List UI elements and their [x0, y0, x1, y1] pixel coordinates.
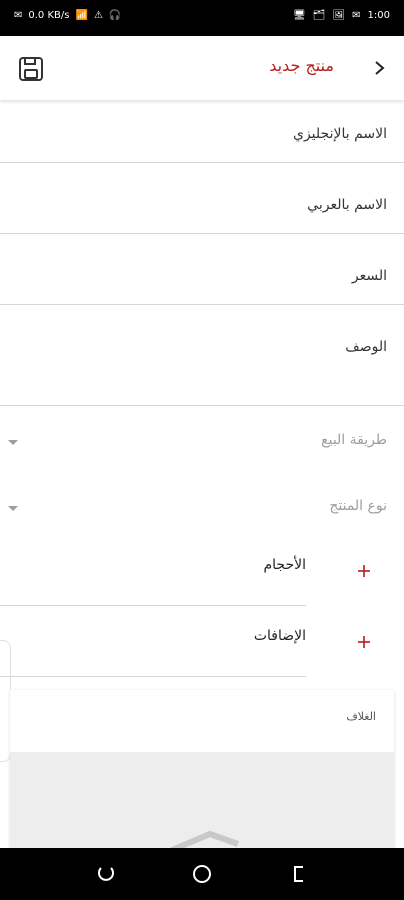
description-field[interactable]: الوصف: [0, 305, 404, 406]
recent-apps-icon[interactable]: [95, 863, 117, 885]
back-nav-icon[interactable]: [288, 863, 310, 885]
folder-icon: 🗂: [312, 10, 326, 21]
add-size-plus-icon[interactable]: [356, 563, 372, 579]
signal-icon: 📶: [75, 10, 88, 21]
system-nav-bar: [0, 848, 404, 900]
sizes-label: الأحجام: [263, 557, 307, 573]
status-bar: ✉ 0.0 KB/s 📶 ⚠ 🎧 🖥 🗂 🖼 ✉ 1:00: [0, 0, 404, 36]
product-type-dropdown[interactable]: نوع المنتج: [0, 488, 404, 528]
status-bar-left: ✉ 0.0 KB/s 📶 ⚠ 🎧: [14, 10, 121, 21]
price-label: السعر: [351, 268, 387, 284]
cover-label: الغلاف: [346, 710, 376, 723]
sale-method-dropdown[interactable]: طريقة البيع: [0, 422, 404, 462]
image-icon: 🖼: [332, 10, 346, 21]
price-field[interactable]: السعر: [0, 234, 404, 305]
page-title: منتج جديد: [269, 56, 334, 75]
network-speed: 0.0 KB/s: [28, 10, 70, 21]
product-type-label: نوع المنتج: [329, 498, 387, 514]
status-bar-right: 🖥 🗂 🖼 ✉ 1:00: [293, 10, 390, 21]
addons-row: الإضافات: [0, 606, 306, 677]
headphones-icon: 🎧: [108, 10, 122, 21]
screen-icon: 🖥: [293, 10, 306, 21]
english-name-label: الاسم بالإنجليزي: [293, 126, 387, 142]
sale-method-label: طريقة البيع: [321, 432, 387, 448]
english-name-field[interactable]: الاسم بالإنجليزي: [0, 100, 404, 163]
dropdown-caret-icon: [8, 440, 18, 445]
cover-card[interactable]: الغلاف: [10, 690, 394, 860]
alert-icon: ⚠: [93, 10, 103, 21]
sizes-row: الأحجام: [0, 535, 306, 606]
status-icon-1: ✉: [14, 10, 23, 21]
chevron-right-icon[interactable]: [372, 58, 388, 78]
dropdown-caret-icon: [8, 506, 18, 511]
save-icon[interactable]: [18, 56, 44, 82]
home-icon[interactable]: [191, 863, 213, 885]
clock: 1:00: [367, 10, 390, 21]
mail-icon: ✉: [352, 10, 361, 21]
description-label: الوصف: [345, 339, 387, 355]
app-bar: منتج جديد: [0, 36, 404, 100]
addons-label: الإضافات: [253, 628, 306, 644]
arabic-name-field[interactable]: الاسم بالعربي: [0, 163, 404, 234]
cover-image-placeholder[interactable]: [10, 752, 394, 860]
arabic-name-label: الاسم بالعربي: [307, 197, 387, 213]
add-addon-plus-icon[interactable]: [356, 634, 372, 650]
